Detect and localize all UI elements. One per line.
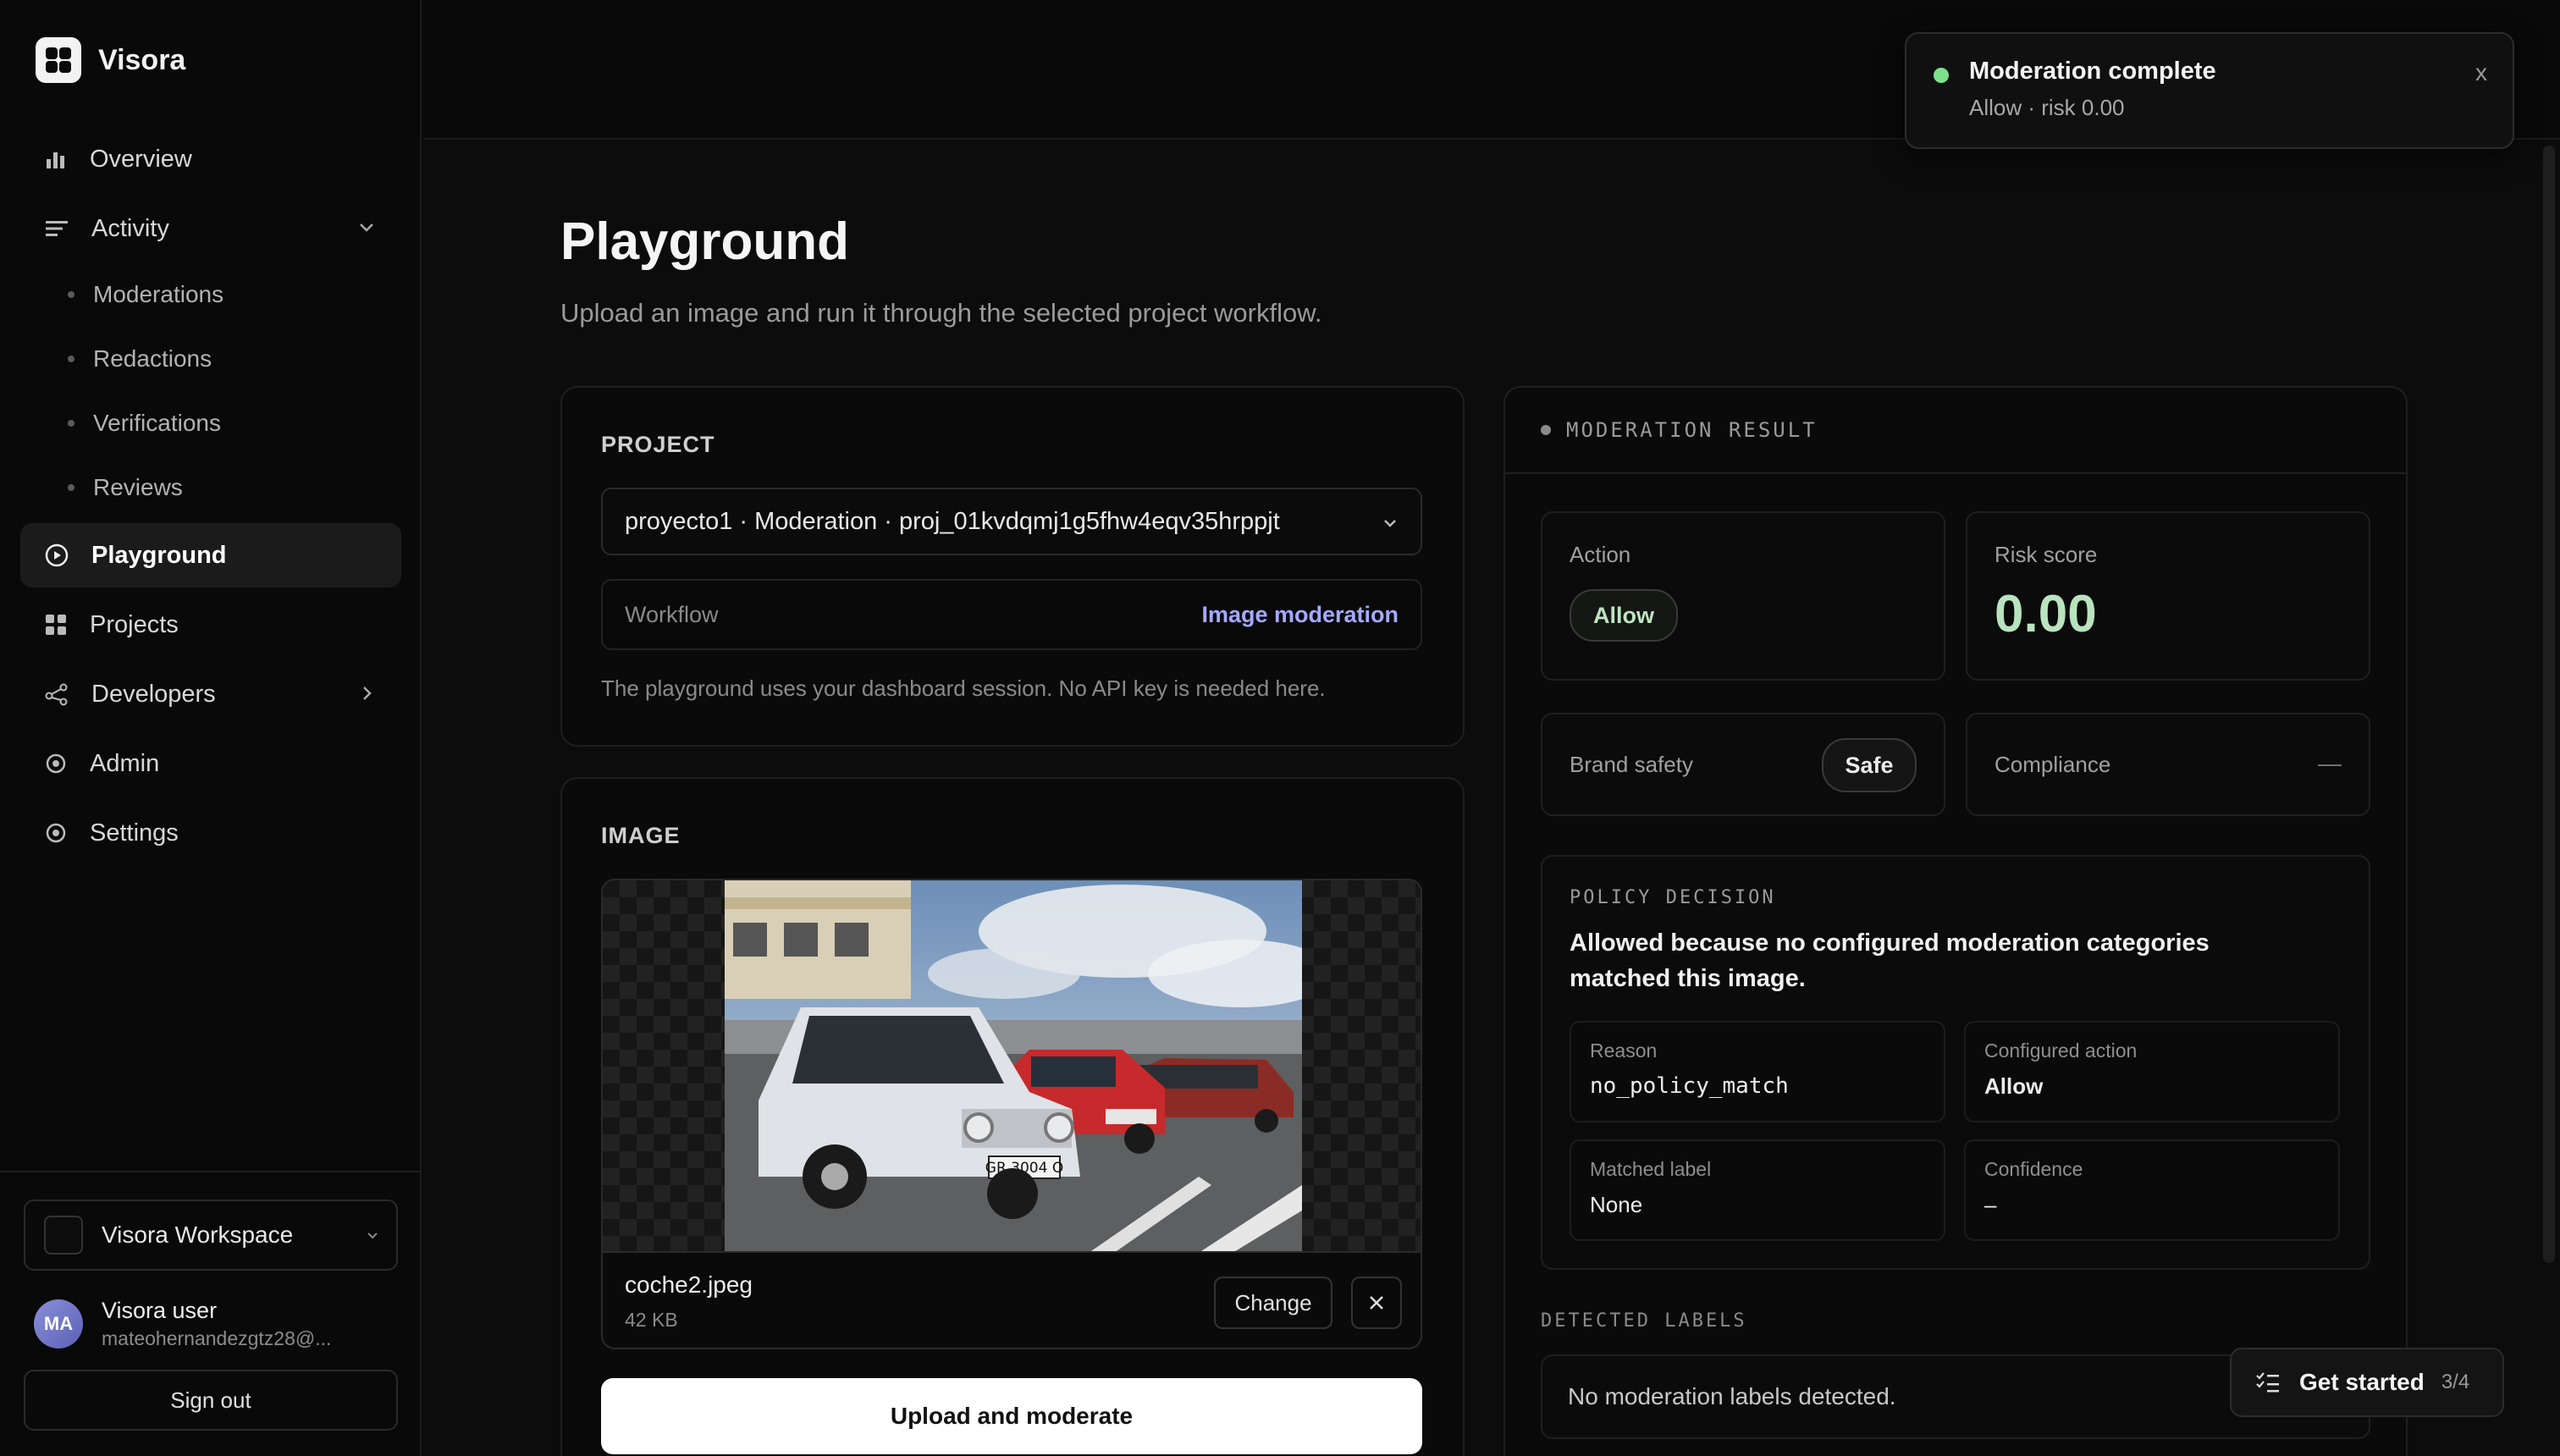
sidebar-item-label: Projects [90, 610, 179, 638]
target-icon [46, 753, 66, 774]
sidebar-item-developers[interactable]: Developers [20, 662, 401, 726]
car-photo: GR 3004 O [725, 880, 1302, 1251]
sidebar-item-activity[interactable]: Activity [20, 196, 401, 261]
risk-score-value: 0.00 [1994, 585, 2097, 643]
change-image-button[interactable]: Change [1214, 1277, 1332, 1329]
confidence-field: Confidence – [1964, 1139, 2340, 1241]
workspace-name: Visora Workspace [102, 1222, 294, 1248]
bullet-icon [68, 420, 74, 427]
toast-close-button[interactable]: x [2475, 59, 2487, 86]
close-icon [1370, 1296, 1383, 1310]
sidebar-item-label: Admin [90, 749, 160, 777]
session-hint: The playground uses your dashboard sessi… [601, 676, 1326, 701]
compliance-value: — [2318, 750, 2342, 776]
bullet-icon [68, 356, 74, 362]
result-header: MODERATION RESULT [1503, 388, 2408, 474]
compliance-card: Compliance — [1966, 713, 2370, 816]
toast-notification: Moderation complete Allow · risk 0.00 x [1905, 32, 2514, 149]
brand[interactable]: Visora [36, 37, 185, 83]
sidebar-item-label: Settings [90, 819, 179, 847]
reason-field: Reason no_policy_match [1570, 1021, 1945, 1122]
toast-title: Moderation complete [1969, 58, 2216, 85]
workflow-label: Workflow [625, 601, 719, 627]
play-circle-icon [45, 543, 69, 567]
user-profile[interactable]: MA Visora user mateohernandezgtz28@... [34, 1298, 331, 1350]
sidebar-item-settings[interactable]: Settings [20, 801, 401, 865]
project-select-value: proyecto1 · Moderation · proj_01kvdqmj1g… [625, 507, 1280, 535]
upload-and-moderate-button[interactable]: Upload and moderate [601, 1378, 1422, 1454]
get-started-count: 3/4 [2441, 1371, 2470, 1393]
sidebar-item-playground[interactable]: Playground [20, 523, 401, 587]
action-badge: Allow [1570, 589, 1678, 642]
detected-labels-empty: No moderation labels detected. [1568, 1383, 1896, 1409]
toast-subtitle: Allow · risk 0.00 [1969, 95, 2125, 120]
sidebar-item-label: Overview [90, 145, 192, 173]
image-section-label: IMAGE [601, 823, 681, 848]
configured-action-field: Configured action Allow [1964, 1021, 2340, 1122]
sidebar-subitem-moderations[interactable]: Moderations [68, 273, 223, 316]
sign-out-button[interactable]: Sign out [24, 1370, 398, 1431]
policy-decision-title: POLICY DECISION [1570, 887, 1776, 908]
project-section-label: PROJECT [601, 432, 715, 457]
policy-decision-text: Allowed because no configured moderation… [1570, 929, 2210, 992]
file-name: coche2.jpeg [625, 1271, 753, 1298]
gear-icon [46, 823, 66, 843]
chevron-right-icon[interactable] [356, 682, 378, 704]
bullet-icon [68, 484, 74, 491]
detected-labels-title: DETECTED LABELS [1541, 1310, 1747, 1332]
bullet-icon [68, 291, 74, 298]
sidebar-subitem-redactions[interactable]: Redactions [68, 338, 212, 380]
configured-action-value: Allow [1984, 1073, 2044, 1099]
workspace-icon [44, 1216, 83, 1255]
image-preview: GR 3004 O [601, 879, 1422, 1253]
chevron-down-icon[interactable] [356, 217, 378, 239]
sidebar-item-label: Developers [91, 680, 216, 708]
brand-safety-card: Brand safety Safe [1541, 713, 1945, 816]
chevron-down-icon [1384, 520, 1396, 527]
grid-icon [46, 615, 66, 635]
risk-score-card: Risk score 0.00 [1966, 511, 2370, 681]
sidebar-item-label: Activity [91, 214, 169, 242]
visora-logo-icon [36, 37, 81, 83]
workspace-switcher[interactable]: Visora Workspace [24, 1200, 398, 1271]
checklist-icon [2256, 1372, 2279, 1393]
action-card: Action Allow [1541, 511, 1945, 681]
remove-image-button[interactable] [1351, 1277, 1402, 1329]
brand-safety-badge: Safe [1822, 738, 1917, 792]
confidence-value: – [1984, 1192, 1997, 1217]
scrollbar[interactable] [2543, 146, 2555, 1263]
sidebar: Visora Overview Activity Moderations Red… [0, 0, 422, 1456]
bar-chart-icon [47, 152, 64, 168]
user-name: Visora user [102, 1298, 218, 1323]
list-icon [46, 221, 68, 236]
matched-label-field: Matched label None [1570, 1139, 1945, 1241]
sidebar-item-projects[interactable]: Projects [20, 593, 401, 657]
workflow-value[interactable]: Image moderation [1201, 602, 1399, 628]
sidebar-item-admin[interactable]: Admin [20, 731, 401, 796]
sidebar-subitem-verifications[interactable]: Verifications [68, 402, 221, 444]
result-header-title: MODERATION RESULT [1566, 418, 1818, 442]
file-row: coche2.jpeg 42 KB Change [601, 1253, 1422, 1349]
matched-label-value: None [1590, 1192, 1643, 1217]
get-started-label: Get started [2299, 1369, 2425, 1395]
brand-name: Visora [98, 43, 186, 76]
project-select[interactable]: proyecto1 · Moderation · proj_01kvdqmj1g… [601, 488, 1422, 555]
reason-value: no_policy_match [1590, 1073, 1789, 1099]
sidebar-subitem-reviews[interactable]: Reviews [68, 466, 183, 509]
share-nodes-icon [45, 683, 68, 706]
sidebar-footer: Visora Workspace MA Visora user mateoher… [0, 1171, 422, 1456]
avatar: MA [34, 1299, 83, 1348]
file-size: 42 KB [625, 1309, 678, 1331]
user-email: mateohernandezgtz28@... [102, 1327, 332, 1349]
success-dot-icon [1934, 68, 1949, 83]
get-started-button[interactable]: Get started 3/4 [2230, 1348, 2504, 1417]
sidebar-item-label: Playground [91, 541, 227, 569]
chevron-down-icon [367, 1233, 378, 1239]
sidebar-item-overview[interactable]: Overview [20, 127, 401, 191]
page-subtitle: Upload an image and run it through the s… [560, 298, 1322, 328]
status-dot-icon [1541, 425, 1551, 435]
page-title: Playground [560, 212, 850, 271]
workflow-row: Workflow Image moderation [601, 579, 1422, 650]
